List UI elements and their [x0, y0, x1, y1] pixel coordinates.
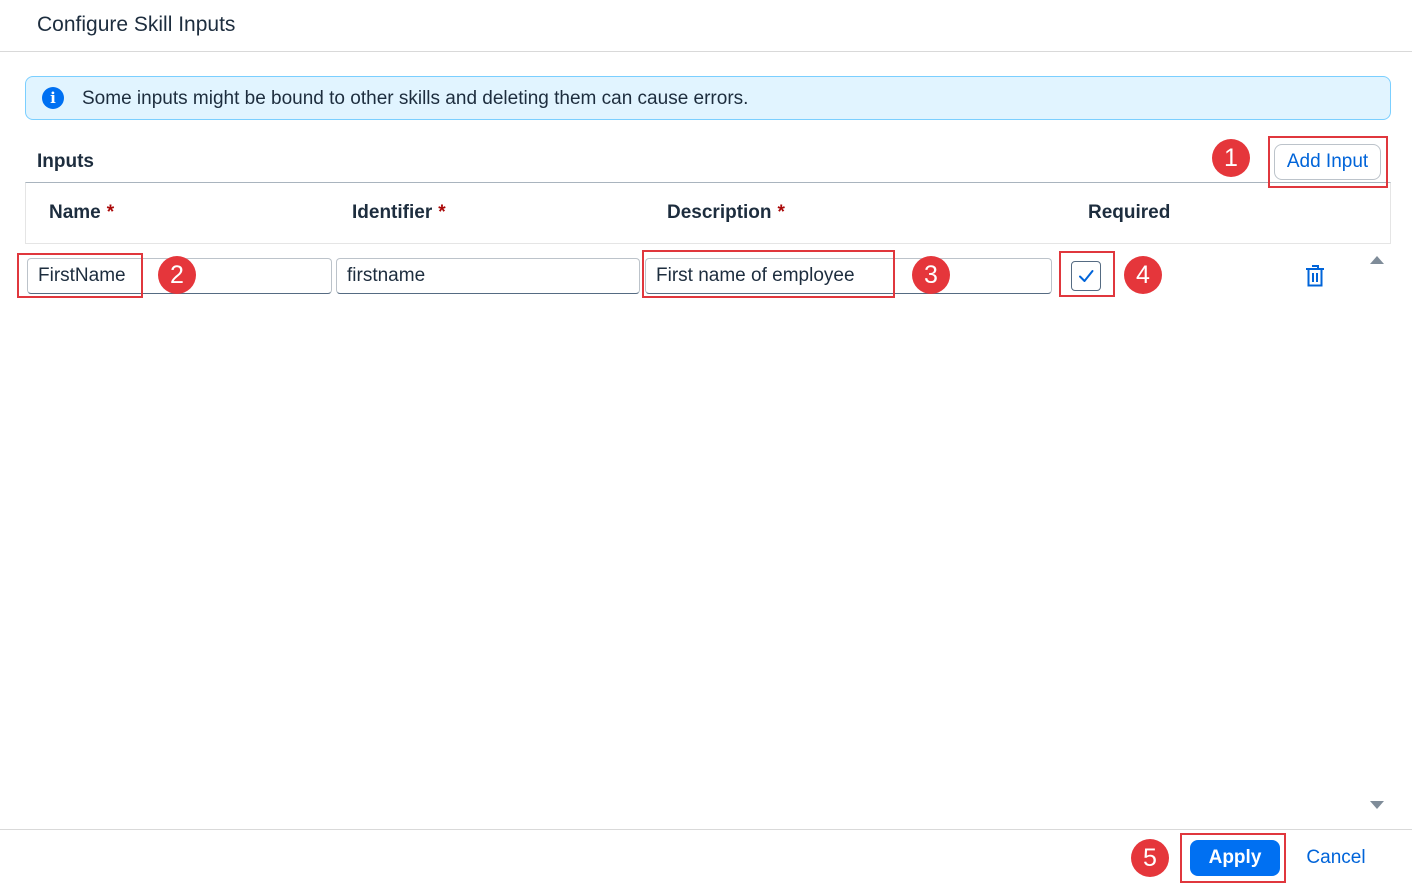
step-marker-3: 3 — [912, 256, 950, 294]
info-message-text: Some inputs might be bound to other skil… — [82, 88, 749, 109]
checkmark-icon — [1079, 270, 1094, 282]
column-header-required: Required — [1088, 202, 1171, 223]
required-asterisk: * — [106, 202, 115, 223]
dialog-title: Configure Skill Inputs — [37, 13, 236, 36]
required-asterisk: * — [777, 202, 785, 223]
scroll-up-arrow-icon[interactable] — [1370, 256, 1384, 264]
step-marker-4: 4 — [1124, 256, 1162, 294]
step-marker-1: 1 — [1212, 139, 1250, 177]
step-marker-2: 2 — [158, 256, 196, 294]
info-icon: i — [42, 87, 64, 109]
cancel-button[interactable]: Cancel — [1296, 840, 1376, 876]
trash-icon[interactable] — [1304, 264, 1326, 288]
column-header-name: Name * — [49, 202, 115, 223]
required-asterisk: * — [438, 202, 446, 223]
column-header-identifier: Identifier * — [352, 202, 446, 223]
dialog-header: Configure Skill Inputs — [0, 0, 1412, 52]
identifier-input[interactable] — [336, 258, 640, 294]
apply-button[interactable]: Apply — [1190, 840, 1280, 876]
step-marker-5: 5 — [1131, 839, 1169, 877]
info-message-strip: i Some inputs might be bound to other sk… — [25, 76, 1391, 120]
column-header-description: Description * — [667, 202, 785, 223]
description-input[interactable] — [645, 258, 1052, 294]
add-input-button[interactable]: Add Input — [1274, 144, 1381, 180]
inputs-section-title: Inputs — [37, 151, 94, 172]
scroll-down-arrow-icon[interactable] — [1370, 801, 1384, 809]
required-checkbox[interactable] — [1071, 261, 1101, 291]
table-header: Name * Identifier * Description * Required — [25, 182, 1391, 244]
